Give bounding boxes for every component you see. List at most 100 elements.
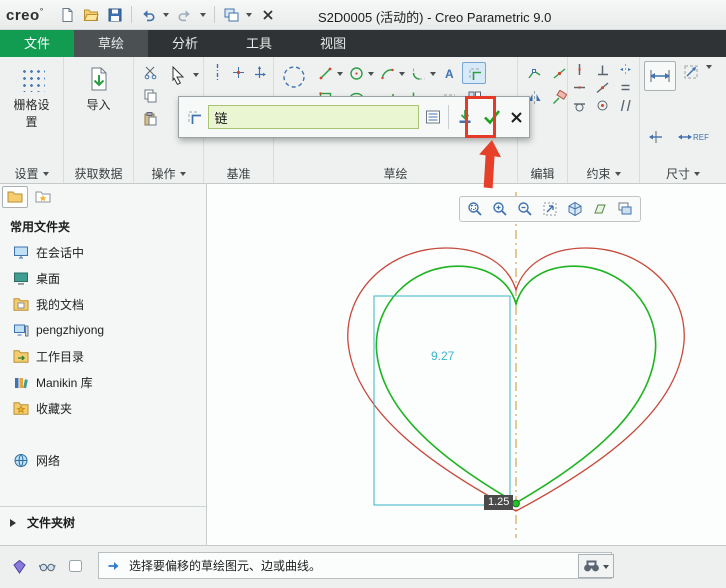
constraint-horizontal-button[interactable] [569,79,590,95]
folder-tree-expander[interactable]: 文件夹树 [0,506,206,531]
grid-settings-button[interactable]: 栅格设置 [4,61,59,135]
close-window-button[interactable] [257,4,279,26]
import-button[interactable]: 导入 [81,61,117,118]
sidebar-tab-favorites[interactable] [30,186,56,208]
sidebar-item-favorites[interactable]: 收藏夹 [0,395,206,421]
open-file-button[interactable] [80,4,102,26]
dropdown-caret-icon [42,171,49,179]
text-tool-button[interactable]: A [437,62,461,84]
perpendicular-constraint-icon [598,65,608,75]
constraint-midpoint-button[interactable] [592,79,613,95]
save-selection-button[interactable] [454,104,476,130]
coincident-constraint-icon [597,100,608,110]
datum-label-text: 基准 [226,166,251,181]
get-data-label-text: 获取数据 [74,166,123,181]
cut-button[interactable] [138,61,162,83]
sidebar-tab-folders[interactable] [2,186,28,208]
tab-sketch[interactable]: 草绘 [74,30,149,57]
construction-mode-button[interactable] [278,61,310,93]
offset-dimension-label[interactable]: 1.25 [484,495,514,510]
tab-analysis[interactable]: 分析 [148,30,222,57]
sidebar-item-manikin-library[interactable]: Manikin 库 [0,369,206,395]
zoom-out-button[interactable] [513,198,537,220]
modify-button[interactable] [522,62,546,84]
binoculars-icon [584,560,599,572]
datum-point-button[interactable] [229,61,247,83]
sidebar-item-label: pengzhiyong [36,323,105,337]
offset-drag-handle[interactable] [512,499,520,508]
tab-view[interactable]: 视图 [296,30,370,57]
paste-button[interactable] [138,107,162,129]
clipping-toggle-button[interactable] [64,556,86,576]
constraint-tangent-button[interactable] [569,97,590,113]
redo-button[interactable] [174,4,196,26]
fillet-tool-button[interactable] [406,62,430,84]
collector-button[interactable] [183,104,205,130]
zoom-in-button[interactable] [488,198,512,220]
group-operations-label[interactable]: 操作 [134,163,203,183]
dropdown-caret-icon [200,13,207,20]
sidebar-item-user[interactable]: pengzhiyong [0,317,206,343]
refit-button[interactable] [538,198,562,220]
open-folder-icon [83,9,99,21]
coordinate-system-button[interactable] [251,61,269,83]
arc-tool-button[interactable] [375,62,399,84]
constraint-parallel-button[interactable] [615,97,636,113]
centerline-button[interactable] [208,61,226,83]
new-file-button[interactable] [56,4,78,26]
sidebar-item-desktop[interactable]: 桌面 [0,265,206,291]
constraint-equal-button[interactable] [615,79,636,95]
dimension-normal-button[interactable] [644,61,676,91]
dimension-ordinate-button[interactable] [679,61,703,83]
offset-icon [469,68,481,80]
sketch-canvas[interactable]: 9.27 1.25 [207,184,726,545]
undo-button[interactable] [137,4,159,26]
box-zoom-button[interactable] [463,198,487,220]
find-button[interactable] [36,556,58,576]
group-settings-label[interactable]: 设置 [0,163,63,183]
constraint-vertical-button[interactable] [569,61,590,77]
datum-display-button[interactable] [588,198,612,220]
window-switch-dropdown[interactable] [244,4,255,26]
dimension-baseline-button[interactable] [644,126,668,148]
sidebar-item-in-session[interactable]: 在会话中 [0,239,206,265]
accept-button[interactable] [479,104,504,130]
tab-file[interactable]: 文件 [0,30,75,57]
save-button[interactable] [104,4,126,26]
session-monitor-icon [14,246,28,258]
sidebar-item-network[interactable]: 网络 [0,447,206,473]
selection-filter-button[interactable] [8,556,30,576]
circle-icon [349,66,363,80]
group-dimension-label[interactable]: 尺寸 [640,163,726,183]
constraint-symmetric-button[interactable] [615,61,636,77]
line-tool-button[interactable] [313,62,337,84]
search-button[interactable] [578,554,614,578]
dropdown-caret-icon [399,71,405,79]
group-sketch-label: 草绘 [274,163,517,183]
ribbon-tabbar: 文件 草绘 分析 工具 视图 [0,30,726,57]
csys-icon [255,65,267,78]
creo-logo: creo° [6,6,44,24]
sidebar-item-my-documents[interactable]: 我的文档 [0,291,206,317]
cancel-button[interactable] [507,104,525,130]
constraint-perpendicular-button[interactable] [592,61,613,77]
undo-dropdown[interactable] [161,4,172,26]
redo-dropdown[interactable] [198,4,209,26]
offset-tool-button[interactable] [462,62,486,84]
circle-tool-button[interactable] [344,62,368,84]
chain-input[interactable] [207,105,419,129]
select-button[interactable] [165,61,190,91]
reference-dimension-icon [678,134,692,140]
sidebar-item-working-directory[interactable]: 工作目录 [0,343,206,369]
window-switch-button[interactable] [220,4,242,26]
constraint-coincident-button[interactable] [592,97,613,113]
tab-tools[interactable]: 工具 [222,30,296,57]
dimension-reference-button[interactable]: REF [671,126,715,148]
details-button[interactable] [422,104,444,130]
layers-button[interactable] [613,198,637,220]
copy-button[interactable] [138,84,162,106]
height-dimension-text[interactable]: 9.27 [431,349,455,363]
group-constrain-label[interactable]: 约束 [568,163,639,183]
undo-icon [143,9,155,21]
display-style-button[interactable] [563,198,587,220]
